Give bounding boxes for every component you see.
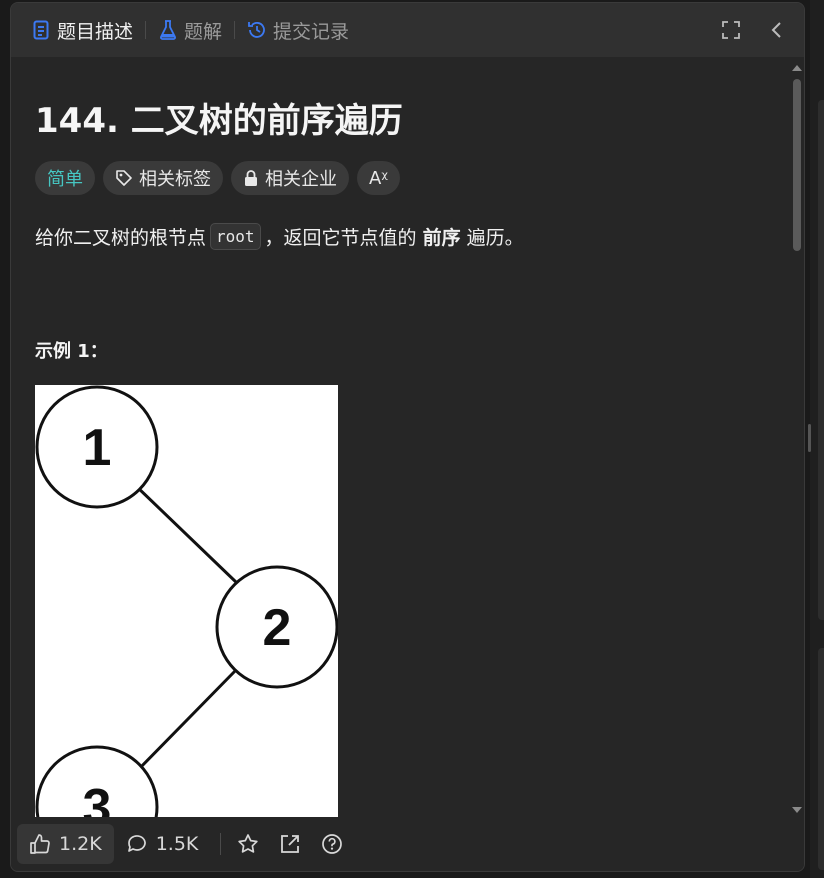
example-heading: 示例 1： — [35, 341, 108, 362]
lock-icon — [245, 170, 257, 186]
tab-divider — [145, 21, 147, 39]
star-icon — [238, 834, 259, 853]
scrollbar[interactable] — [790, 61, 804, 817]
scroll-down-arrow[interactable] — [792, 807, 802, 813]
tab-bar: 题目描述 题解 提交记录 — [11, 3, 804, 57]
tree-node: 3 — [35, 745, 159, 817]
tree-node: 2 — [215, 565, 338, 689]
bottom-bar: 1.2K 1.5K — [11, 817, 804, 871]
scroll-up-arrow[interactable] — [792, 65, 802, 71]
right-panel-edge — [810, 0, 824, 878]
tree-edge — [133, 483, 239, 585]
share-button[interactable] — [273, 827, 307, 861]
fullscreen-button[interactable] — [718, 17, 744, 43]
comment-count: 1.5K — [155, 833, 199, 855]
tab-solutions[interactable]: 题解 — [158, 3, 222, 57]
chevron-left-icon — [771, 22, 781, 38]
scrollbar-thumb[interactable] — [793, 79, 801, 251]
tab-description-label: 题目描述 — [57, 20, 134, 43]
svg-text:3: 3 — [83, 779, 112, 817]
desc-mid: ，返回它节点值的 — [264, 227, 417, 249]
related-topics-button[interactable]: 相关标签 — [103, 161, 223, 195]
root-code: root — [210, 223, 261, 250]
editor-panel-edge — [818, 100, 824, 620]
fullscreen-icon — [722, 21, 740, 39]
translate-icon: Aᵡ — [369, 167, 388, 189]
page-title: 144. 二叉树的前序遍历 — [35, 101, 403, 141]
tab-divider — [234, 21, 236, 39]
difficulty-badge[interactable]: 简单 — [35, 161, 95, 195]
tree-edge — [133, 667, 239, 775]
related-companies-button[interactable]: 相关企业 — [231, 161, 349, 195]
problem-panel: 题目描述 题解 提交记录 144. 二叉树的前序遍历 简单 相关标签 相关企业 … — [10, 2, 805, 872]
desc-suffix: 遍历。 — [466, 227, 524, 249]
console-panel-edge — [818, 648, 824, 870]
comment-icon — [127, 835, 146, 852]
related-companies-label: 相关企业 — [265, 169, 337, 190]
resize-handle[interactable] — [808, 424, 811, 452]
problem-description: 给你二叉树的根节点 root ，返回它节点值的 前序 遍历。 — [35, 223, 524, 250]
collapse-button[interactable] — [764, 17, 790, 43]
thumbs-up-icon — [30, 834, 50, 854]
desc-prefix: 给你二叉树的根节点 — [35, 227, 207, 249]
description-content: 144. 二叉树的前序遍历 简单 相关标签 相关企业 Aᵡ 给你二叉树的根节点 … — [35, 57, 791, 817]
tab-description[interactable]: 题目描述 — [31, 3, 133, 57]
external-link-icon — [281, 835, 300, 853]
question-icon — [322, 834, 343, 854]
like-count: 1.2K — [59, 833, 102, 855]
desc-bold: 前序 — [422, 227, 461, 249]
tab-submissions[interactable]: 提交记录 — [247, 3, 349, 57]
bottom-divider — [220, 833, 222, 855]
related-topics-label: 相关标签 — [139, 169, 211, 190]
example-tree-image: 1 2 3 — [35, 385, 338, 817]
svg-text:1: 1 — [83, 419, 112, 477]
tab-submissions-label: 提交记录 — [273, 20, 350, 43]
tab-solutions-label: 题解 — [184, 20, 223, 43]
tag-row: 简单 相关标签 相关企业 Aᵡ — [35, 161, 400, 195]
history-icon — [247, 20, 267, 40]
help-button[interactable] — [315, 827, 349, 861]
tree-node: 1 — [35, 385, 159, 509]
favorite-button[interactable] — [231, 827, 265, 861]
flask-icon — [158, 20, 178, 40]
document-icon — [31, 20, 51, 40]
svg-text:2: 2 — [263, 599, 292, 657]
like-button[interactable]: 1.2K — [17, 824, 114, 864]
comment-button[interactable]: 1.5K — [114, 824, 211, 864]
translate-button[interactable]: Aᵡ — [357, 161, 400, 195]
tag-icon — [116, 170, 132, 186]
